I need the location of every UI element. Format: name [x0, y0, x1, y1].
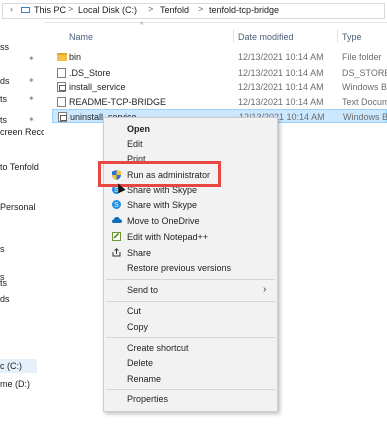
- column-divider[interactable]: [233, 29, 234, 43]
- column-header-type[interactable]: Type: [342, 32, 362, 42]
- file-name: install_service: [69, 82, 126, 92]
- svg-text:S: S: [114, 202, 119, 209]
- this-pc-icon: [21, 7, 30, 13]
- column-header-date-modified[interactable]: Date modified: [238, 32, 294, 42]
- notepadpp-icon: [112, 232, 121, 241]
- onedrive-icon: [112, 216, 122, 225]
- nav-item[interactable]: ts: [0, 278, 7, 288]
- breadcrumb-separator: >: [68, 4, 74, 14]
- file-date: 12/13/2021 10:14 AM: [238, 68, 324, 78]
- pin-icon: ✶: [28, 76, 35, 85]
- nav-item-volume-d[interactable]: me (D:): [0, 379, 30, 389]
- menu-item-properties[interactable]: Properties: [104, 392, 277, 406]
- pin-icon: ✶: [28, 115, 35, 124]
- file-row-readme[interactable]: README-TCP-BRIDGE 12/13/2021 10:14 AM Te…: [52, 95, 387, 109]
- sort-caret-icon: ^: [140, 22, 144, 29]
- menu-separator: [106, 389, 275, 390]
- nav-item[interactable]: ds: [0, 76, 10, 86]
- pin-icon: ✶: [28, 94, 35, 103]
- file-row-ds-store[interactable]: .DS_Store 12/13/2021 10:14 AM DS_STORE F: [52, 66, 387, 80]
- file-name: .DS_Store: [69, 68, 111, 78]
- file-row-bin[interactable]: bin 12/13/2021 10:14 AM File folder: [52, 50, 387, 64]
- nav-item-local-disk[interactable]: c (C:): [0, 361, 22, 371]
- menu-item-share[interactable]: Share: [104, 246, 277, 260]
- menu-separator: [106, 301, 275, 302]
- menu-item-label: Open: [127, 124, 151, 134]
- nav-item[interactable]: ds: [0, 294, 10, 304]
- breadcrumb-tenfold[interactable]: Tenfold: [160, 5, 189, 15]
- file-name: README-TCP-BRIDGE: [69, 97, 167, 107]
- menu-item-label: Rename: [127, 374, 162, 384]
- nav-item[interactable]: creen Reco: [0, 127, 44, 137]
- file-row-install-service[interactable]: install_service 12/13/2021 10:14 AM Wind…: [52, 80, 387, 94]
- chevron-right-icon: ›: [10, 4, 13, 14]
- column-header-name[interactable]: Name: [69, 32, 93, 42]
- menu-separator: [106, 337, 275, 338]
- breadcrumb-separator: >: [148, 4, 154, 14]
- menu-item-label: Properties: [127, 394, 169, 404]
- menu-item-label: Share: [127, 248, 152, 258]
- menu-item-label: Send to: [127, 285, 159, 295]
- menu-item-label: Edit: [127, 139, 143, 149]
- menu-item-restore-previous-versions[interactable]: Restore previous versions: [104, 261, 277, 275]
- breadcrumb-tenfold-tcp-bridge[interactable]: tenfold-tcp-bridge: [209, 5, 279, 15]
- menu-item-label: Move to OneDrive: [127, 216, 200, 226]
- menu-item-edit-with-notepadpp[interactable]: Edit with Notepad++: [104, 230, 277, 244]
- address-bar[interactable]: › This PC > Local Disk (C:) > Tenfold > …: [0, 0, 387, 23]
- menu-item-edit[interactable]: Edit: [104, 137, 277, 151]
- file-type: Windows Ba: [343, 112, 387, 122]
- menu-item-send-to[interactable]: Send to ›: [104, 283, 277, 297]
- submenu-arrow-icon: ›: [263, 284, 267, 295]
- menu-item-label: Edit with Notepad++: [127, 232, 209, 242]
- batch-file-icon: [57, 82, 66, 92]
- share-icon: [112, 248, 121, 257]
- menu-item-delete[interactable]: Delete: [104, 356, 277, 370]
- file-type: Text Docum: [342, 97, 387, 107]
- menu-item-open[interactable]: Open: [104, 122, 277, 136]
- file-type: DS_STORE F: [342, 68, 387, 78]
- breadcrumb-this-pc[interactable]: This PC: [34, 5, 66, 15]
- nav-item[interactable]: ss: [0, 42, 9, 52]
- menu-item-rename[interactable]: Rename: [104, 372, 277, 386]
- navigation-pane: ss ds ✶ ✶ ts ✶ ts ✶ creen Reco to Tenfol…: [0, 22, 44, 442]
- menu-item-share-with-skype-2[interactable]: S Share with Skype: [104, 198, 277, 212]
- menu-item-label: Create shortcut: [127, 343, 189, 353]
- menu-item-label: Delete: [127, 358, 154, 368]
- pin-icon: ✶: [28, 54, 35, 63]
- menu-item-move-to-onedrive[interactable]: Move to OneDrive: [104, 214, 277, 228]
- menu-item-copy[interactable]: Copy: [104, 320, 277, 334]
- skype-icon: S: [112, 200, 121, 209]
- file-icon: [57, 68, 66, 78]
- column-divider[interactable]: [337, 29, 338, 43]
- file-type: Windows Ba: [342, 82, 387, 92]
- nav-item[interactable]: Personal: [0, 202, 36, 212]
- nav-item[interactable]: to Tenfold: [0, 162, 39, 172]
- menu-item-label: Copy: [127, 322, 149, 332]
- file-date: 12/13/2021 10:14 AM: [238, 82, 324, 92]
- file-date: 12/13/2021 10:14 AM: [238, 97, 324, 107]
- nav-item[interactable]: ts: [0, 94, 7, 104]
- file-name: bin: [69, 52, 82, 62]
- folder-icon: [57, 53, 67, 61]
- nav-item[interactable]: ts: [0, 115, 7, 125]
- file-type: File folder: [342, 52, 382, 62]
- batch-file-icon: [58, 112, 67, 122]
- menu-item-label: Restore previous versions: [127, 263, 232, 273]
- file-date: 12/13/2021 10:14 AM: [238, 52, 324, 62]
- menu-item-create-shortcut[interactable]: Create shortcut: [104, 341, 277, 355]
- file-icon: [57, 97, 66, 107]
- menu-item-cut[interactable]: Cut: [104, 304, 277, 318]
- menu-item-label: Cut: [127, 306, 142, 316]
- breadcrumb-local-disk[interactable]: Local Disk (C:): [78, 5, 137, 15]
- menu-item-label: Share with Skype: [127, 200, 198, 210]
- menu-separator: [106, 279, 275, 280]
- nav-item[interactable]: s: [0, 244, 5, 254]
- breadcrumb-separator: >: [198, 4, 204, 14]
